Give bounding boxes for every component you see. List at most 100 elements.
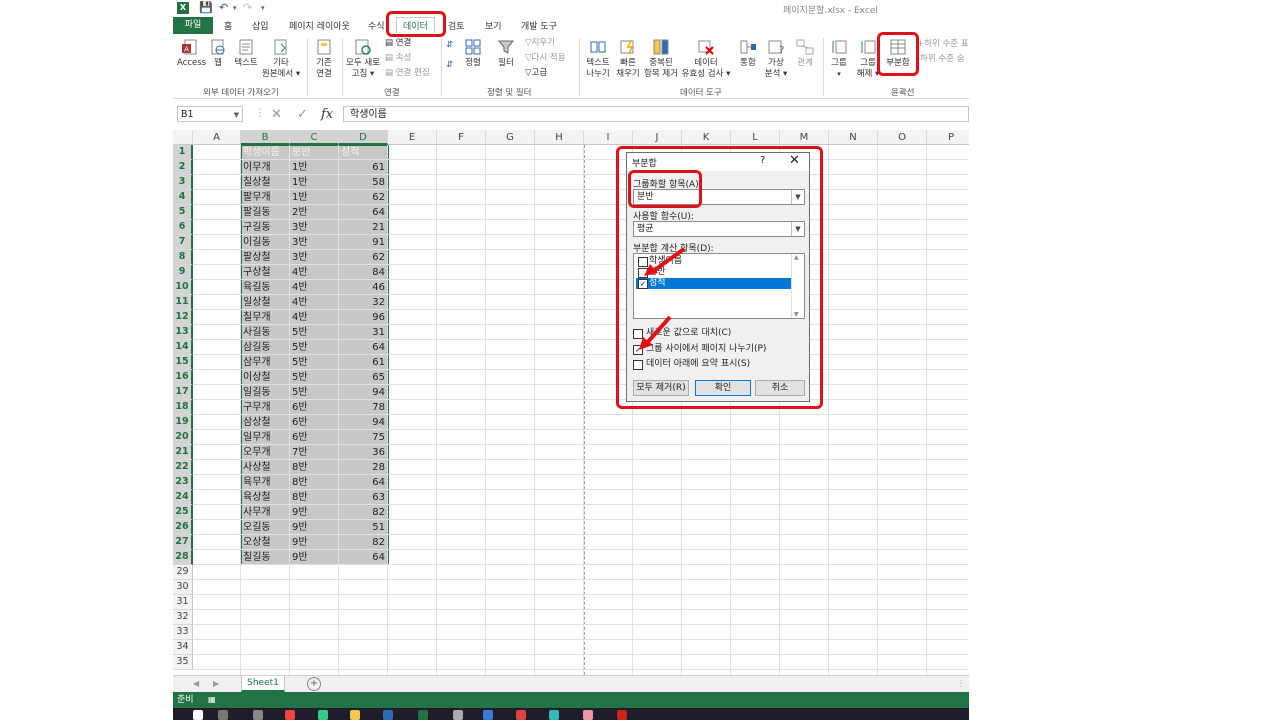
table-cell[interactable]: 칠무개 — [243, 310, 287, 325]
table-cell[interactable]: 일무개 — [243, 430, 287, 445]
table-cell[interactable]: 일길동 — [243, 385, 287, 400]
app-icon[interactable] — [583, 710, 593, 720]
table-cell[interactable]: 5반 — [292, 385, 336, 400]
sheet-tab-sheet1[interactable]: Sheet1 — [241, 676, 285, 692]
table-cell[interactable]: 2반 — [292, 205, 336, 220]
edge-icon[interactable] — [318, 710, 328, 720]
column-header[interactable]: D — [339, 130, 388, 145]
table-cell[interactable]: 오무개 — [243, 445, 287, 460]
file-explorer-icon[interactable] — [350, 710, 360, 720]
table-cell[interactable]: 7반 — [292, 445, 336, 460]
table-cell[interactable]: 64 — [341, 550, 385, 565]
cancel-icon[interactable]: ✕ — [271, 107, 282, 122]
remove-all-button[interactable]: 모두 제거(R) — [633, 380, 689, 396]
table-cell[interactable]: 6반 — [292, 400, 336, 415]
column-header[interactable]: F — [437, 130, 486, 145]
row-header[interactable]: 13 — [173, 325, 193, 340]
undo-icon[interactable]: ↶ — [219, 1, 228, 14]
table-cell[interactable]: 5반 — [292, 370, 336, 385]
row-header[interactable]: 3 — [173, 175, 193, 190]
table-cell[interactable]: 4반 — [292, 280, 336, 295]
row-header[interactable]: 27 — [173, 535, 193, 550]
chrome-icon[interactable] — [285, 710, 295, 720]
edit-links-button[interactable]: ▤ 연결 편집 — [385, 68, 430, 79]
row-header[interactable]: 23 — [173, 475, 193, 490]
table-cell[interactable]: 46 — [341, 280, 385, 295]
enter-icon[interactable]: ✓ — [297, 107, 308, 122]
table-cell[interactable]: 삼상철 — [243, 415, 287, 430]
table-cell[interactable]: 84 — [341, 265, 385, 280]
other-sources-button[interactable]: 기타 원본에서 ▾ — [261, 38, 301, 80]
show-detail-button[interactable]: +하위 수준 표 — [917, 39, 969, 50]
table-cell[interactable]: 오길동 — [243, 520, 287, 535]
table-cell[interactable]: 칠길동 — [243, 550, 287, 565]
table-cell[interactable]: 구상철 — [243, 265, 287, 280]
table-cell[interactable]: 9반 — [292, 505, 336, 520]
row-header[interactable]: 10 — [173, 280, 193, 295]
table-cell[interactable]: 94 — [341, 385, 385, 400]
table-cell[interactable]: 삼무개 — [243, 355, 287, 370]
table-cell[interactable]: 36 — [341, 445, 385, 460]
app-icon[interactable] — [483, 710, 493, 720]
table-cell[interactable]: 62 — [341, 250, 385, 265]
tab-developer[interactable]: 개발 도구 — [521, 19, 557, 32]
table-cell[interactable]: 82 — [341, 505, 385, 520]
table-cell[interactable]: 28 — [341, 460, 385, 475]
select-all-corner[interactable] — [173, 130, 193, 145]
table-cell[interactable]: 9반 — [292, 550, 336, 565]
app-icon[interactable] — [516, 710, 526, 720]
store-icon[interactable] — [383, 710, 393, 720]
close-icon[interactable]: ✕ — [789, 153, 800, 168]
table-cell[interactable]: 21 — [341, 220, 385, 235]
checkbox-unchecked[interactable] — [633, 329, 643, 339]
row-header[interactable]: 34 — [173, 640, 193, 655]
checkbox-unchecked[interactable] — [638, 268, 648, 278]
subtotal-button[interactable]: 부분합 — [883, 38, 913, 69]
row-header[interactable]: 2 — [173, 160, 193, 175]
table-cell[interactable]: 94 — [341, 415, 385, 430]
chevron-down-icon[interactable]: ▼ — [791, 222, 804, 236]
table-cell[interactable]: 팔상철 — [243, 250, 287, 265]
column-header[interactable]: A — [193, 130, 241, 145]
row-header[interactable]: 1 — [173, 145, 193, 160]
worksheet-grid[interactable]: A B C D E F G H I J K L M N O P 1 2 3 4 5 6 7 8 9 10 11 12 13 14 15 16 1… — [173, 130, 969, 675]
table-cell[interactable]: 4반 — [292, 265, 336, 280]
checkbox-unchecked[interactable] — [633, 360, 643, 370]
table-cell[interactable]: 3반 — [292, 235, 336, 250]
group-button[interactable]: 그룹 ▾ — [827, 38, 851, 80]
web-button[interactable]: 웹 — [208, 38, 228, 69]
table-cell[interactable]: 5반 — [292, 355, 336, 370]
row-header[interactable]: 31 — [173, 595, 193, 610]
reapply-button[interactable]: ▽다시 적용 — [525, 53, 566, 64]
sort-desc-icon[interactable]: ⇵ — [446, 60, 453, 71]
tab-file[interactable]: 파일 — [173, 17, 213, 34]
table-cell[interactable]: 4반 — [292, 310, 336, 325]
tab-page-layout[interactable]: 페이지 레이아웃 — [289, 19, 350, 32]
row-header[interactable]: 5 — [173, 205, 193, 220]
scroll-right-icon[interactable]: ▶ — [213, 679, 219, 688]
row-header[interactable]: 29 — [173, 565, 193, 580]
ok-button[interactable]: 확인 — [695, 380, 751, 396]
scroll-up-icon[interactable]: ▲ — [794, 254, 799, 261]
row-header[interactable]: 26 — [173, 520, 193, 535]
add-sheet-icon[interactable]: + — [307, 677, 321, 691]
column-header[interactable]: B — [241, 130, 290, 145]
table-cell[interactable]: 64 — [341, 340, 385, 355]
row-header[interactable]: 24 — [173, 490, 193, 505]
table-cell[interactable]: 8반 — [292, 475, 336, 490]
task-view-icon[interactable] — [253, 710, 263, 720]
row-header[interactable]: 12 — [173, 310, 193, 325]
row-header[interactable]: 8 — [173, 250, 193, 265]
sort-button[interactable]: 정렬 — [459, 38, 487, 69]
advanced-button[interactable]: ▽고급 — [525, 68, 547, 79]
row-header[interactable]: 35 — [173, 655, 193, 670]
insert-function-icon[interactable]: fx — [321, 107, 333, 122]
name-box-dropdown-icon[interactable]: ▼ — [234, 107, 239, 123]
windows-start-icon[interactable] — [193, 710, 203, 720]
table-cell[interactable]: 65 — [341, 370, 385, 385]
column-header[interactable]: J — [633, 130, 682, 145]
header-cell[interactable]: 성적 — [341, 145, 385, 160]
app-icon[interactable] — [549, 710, 559, 720]
list-item-selected[interactable]: ✓ 성적 — [636, 278, 792, 289]
column-header[interactable]: C — [290, 130, 339, 145]
